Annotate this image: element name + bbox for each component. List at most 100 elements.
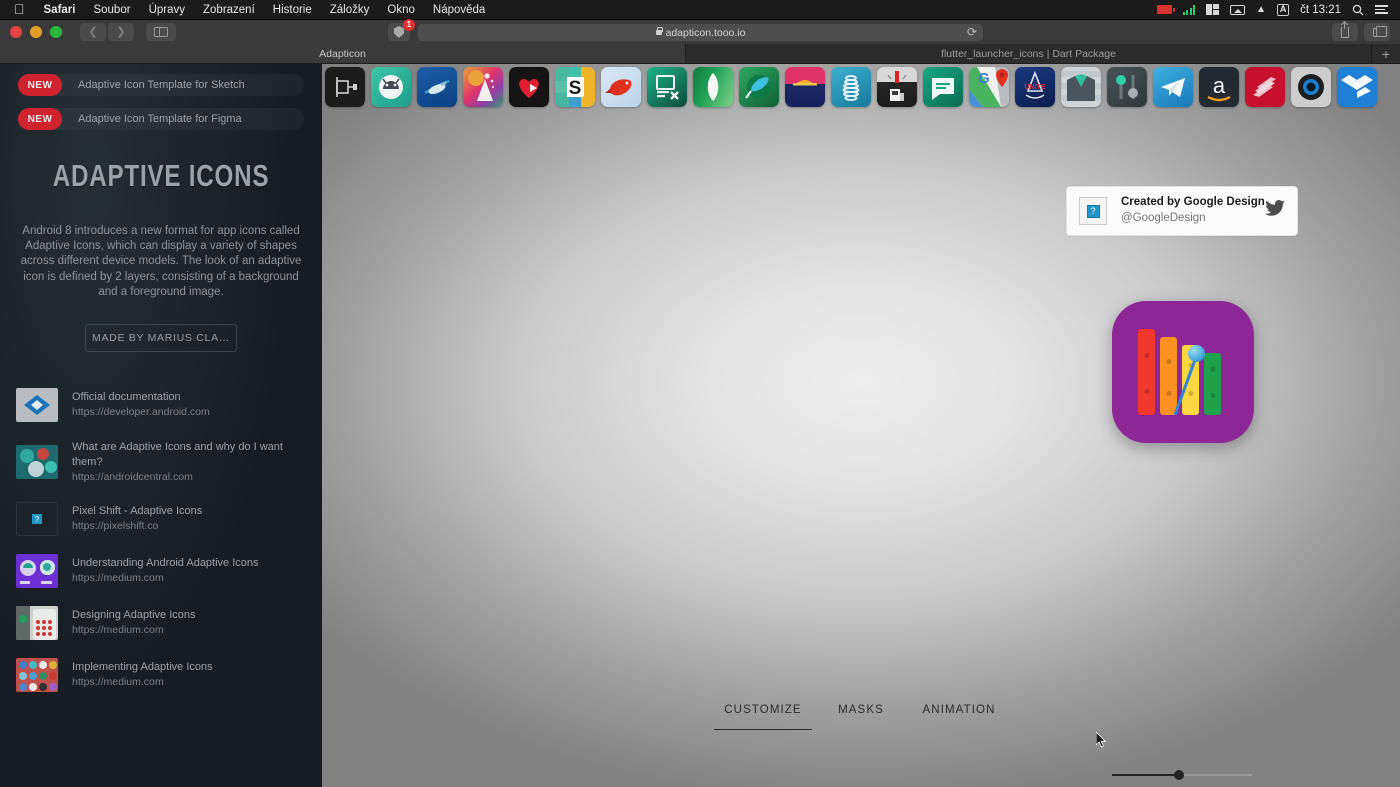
google-maps-icon[interactable]: G xyxy=(969,67,1009,107)
new-badge: NEW xyxy=(18,74,62,96)
app-icon-strip: S xyxy=(322,67,1400,107)
navigation-buttons: ❮ ❯ xyxy=(80,23,134,41)
telegram-icon[interactable] xyxy=(1153,67,1193,107)
apple-logo-icon[interactable]:  xyxy=(8,2,35,16)
privacy-report-button[interactable]: 1 xyxy=(388,23,410,41)
minimize-window-button[interactable] xyxy=(30,26,42,38)
display-grid-icon[interactable] xyxy=(1206,4,1219,15)
menu-bar-status-items: ▲ A čt 13:21 xyxy=(1157,4,1392,16)
message-icon[interactable] xyxy=(923,67,963,107)
tab-customize[interactable]: CUSTOMIZE xyxy=(714,704,812,730)
link-title: Pixel Shift - Adaptive Icons xyxy=(72,504,202,519)
link-title: What are Adaptive Icons and why do I wan… xyxy=(72,440,306,470)
menu-item-zobrazeni[interactable]: Zobrazení xyxy=(194,0,264,20)
twitter-bird-icon[interactable] xyxy=(1265,200,1285,222)
mallet-head xyxy=(1188,345,1205,362)
android-head-icon[interactable] xyxy=(371,67,411,107)
tool-icon[interactable] xyxy=(325,67,365,107)
airplay-icon[interactable] xyxy=(1230,5,1245,15)
menu-item-historie[interactable]: Historie xyxy=(264,0,321,20)
page-title: ADAPTIVE ICONS xyxy=(35,158,286,194)
link-text-group: What are Adaptive Icons and why do I wan… xyxy=(72,440,306,484)
tab-bar: Adapticon flutter_launcher_icons | Dart … xyxy=(0,44,1400,64)
twitter-attribution-card[interactable]: ? Created by Google Design @GoogleDesign xyxy=(1066,186,1298,236)
sidebar-description: Android 8 introduces a new format for ap… xyxy=(16,224,306,300)
eject-icon[interactable]: ▲ xyxy=(1256,5,1266,15)
menu-item-safari[interactable]: Safari xyxy=(35,0,85,20)
address-bar[interactable]: adapticon.tooo.io ⟳ xyxy=(418,24,983,41)
bird-icon[interactable] xyxy=(601,67,641,107)
tab-adapticon[interactable]: Adapticon xyxy=(0,44,686,63)
tab-animation[interactable]: ANIMATION xyxy=(910,704,1008,730)
leaf-icon[interactable] xyxy=(693,67,733,107)
heart-icon[interactable] xyxy=(509,67,549,107)
link-url: https://developer.android.com xyxy=(72,405,210,419)
share-button[interactable] xyxy=(1332,23,1358,41)
broken-image-icon: ? xyxy=(1087,205,1100,218)
link-text-group: Understanding Android Adaptive Icons htt… xyxy=(72,556,259,585)
menu-bar-clock[interactable]: čt 13:21 xyxy=(1300,4,1341,16)
tab-flutter-launcher-icons[interactable]: flutter_launcher_icons | Dart Package xyxy=(686,44,1372,63)
list-item[interactable]: Understanding Android Adaptive Icons htt… xyxy=(0,548,322,594)
made-by-button[interactable]: MADE BY MARIUS CLA… xyxy=(85,324,237,352)
back-button[interactable]: ❮ xyxy=(80,23,106,41)
tab-masks[interactable]: MASKS xyxy=(812,704,910,730)
menu-item-zalozky[interactable]: Záložky xyxy=(321,0,379,20)
link-text-group: Designing Adaptive Icons https://medium.… xyxy=(72,608,196,637)
size-slider[interactable] xyxy=(1112,770,1252,780)
amazon-icon[interactable]: a xyxy=(1199,67,1239,107)
twitter-card-text: Created by Google Design @GoogleDesign xyxy=(1121,195,1265,226)
link-title: Official documentation xyxy=(72,390,210,405)
reload-icon[interactable]: ⟳ xyxy=(967,26,977,38)
avatar: ? xyxy=(1079,197,1107,225)
svg-text:?: ? xyxy=(35,515,40,524)
promo-figma-template[interactable]: NEW Adaptive Icon Template for Figma xyxy=(18,108,304,130)
new-tab-button[interactable]: + xyxy=(1372,44,1400,63)
sunset-icon[interactable] xyxy=(785,67,825,107)
sliders-icon[interactable] xyxy=(1107,67,1147,107)
mac-menu-bar:  Safari Soubor Úpravy Zobrazení Histori… xyxy=(0,0,1400,20)
keyboard-input-source-icon[interactable]: A xyxy=(1277,4,1289,16)
slack-s-icon[interactable]: S xyxy=(555,67,595,107)
promo-sketch-template[interactable]: NEW Adaptive Icon Template for Sketch xyxy=(18,74,304,96)
bank-of-america-icon[interactable] xyxy=(1245,67,1285,107)
unite-icon[interactable]: UNITE xyxy=(1015,67,1055,107)
menu-item-soubor[interactable]: Soubor xyxy=(84,0,139,20)
list-item[interactable]: Implementing Adaptive Icons https://medi… xyxy=(0,652,322,698)
svg-text:UNITE: UNITE xyxy=(1025,84,1046,91)
pixelshift-thumb: ? xyxy=(16,502,58,536)
maximize-window-button[interactable] xyxy=(50,26,62,38)
menu-bar-items:  Safari Soubor Úpravy Zobrazení Histori… xyxy=(8,0,494,20)
umbrella-icon[interactable] xyxy=(739,67,779,107)
xylophone-app-icon[interactable] xyxy=(1112,301,1254,443)
spotlight-search-icon[interactable] xyxy=(1352,4,1364,16)
sidebar-toggle-button[interactable] xyxy=(146,23,176,41)
xylophone-bar-red xyxy=(1138,329,1155,415)
tab-overview-button[interactable] xyxy=(1364,23,1390,41)
figure-icon[interactable] xyxy=(463,67,503,107)
promo-label: Adaptive Icon Template for Figma xyxy=(78,113,242,125)
wifi-icon[interactable] xyxy=(1183,5,1196,15)
control-center-icon[interactable] xyxy=(1375,5,1388,14)
battery-icon[interactable] xyxy=(1157,5,1172,14)
link-url: https://medium.com xyxy=(72,571,259,585)
close-window-button[interactable] xyxy=(10,26,22,38)
fuel-pump-icon[interactable] xyxy=(877,67,917,107)
forward-button[interactable]: ❯ xyxy=(108,23,134,41)
list-item[interactable]: Designing Adaptive Icons https://medium.… xyxy=(0,600,322,646)
menu-item-okno[interactable]: Okno xyxy=(378,0,424,20)
dropbox-icon[interactable] xyxy=(1337,67,1377,107)
slider-knob[interactable] xyxy=(1174,770,1184,780)
list-item[interactable]: What are Adaptive Icons and why do I wan… xyxy=(0,434,322,490)
menu-item-napoveda[interactable]: Nápověda xyxy=(424,0,494,20)
sheet-delete-icon[interactable] xyxy=(647,67,687,107)
svg-text:a: a xyxy=(1213,73,1226,98)
ring-icon[interactable] xyxy=(1291,67,1331,107)
list-item[interactable]: Official documentation https://developer… xyxy=(0,382,322,428)
list-item[interactable]: ? Pixel Shift - Adaptive Icons https://p… xyxy=(0,496,322,542)
bottle-icon[interactable] xyxy=(417,67,457,107)
twitter-card-name: Created by Google Design xyxy=(1121,195,1265,211)
shirt-icon[interactable] xyxy=(1061,67,1101,107)
spring-icon[interactable] xyxy=(831,67,871,107)
menu-item-upravy[interactable]: Úpravy xyxy=(140,0,194,20)
